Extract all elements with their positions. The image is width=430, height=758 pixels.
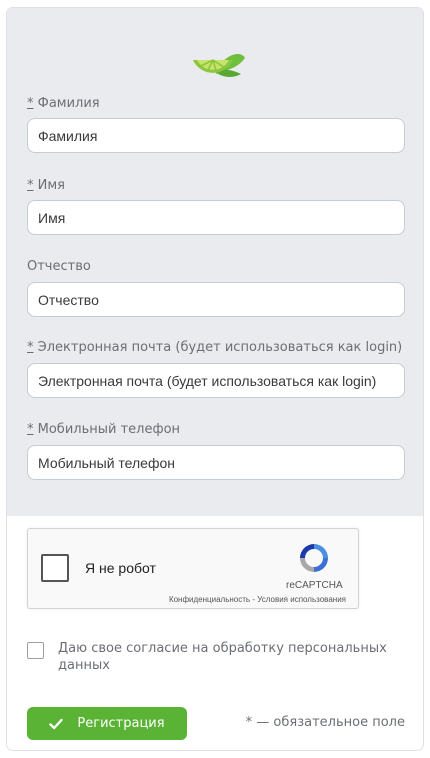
label-text: Фамилия xyxy=(37,96,100,111)
lime-logo-icon xyxy=(193,54,245,77)
label-first-name: * Имя xyxy=(27,178,65,193)
label-text: Мобильный телефон xyxy=(37,422,181,437)
recaptcha-widget: Я не робот reCAPTCHA Конфиденциальность … xyxy=(27,528,359,609)
required-mark: * xyxy=(27,340,34,355)
recaptcha-links: Конфиденциальность - Условия использован… xyxy=(169,595,346,604)
middle-name-input[interactable] xyxy=(27,282,405,317)
label-last-name: * Фамилия xyxy=(27,96,100,111)
register-button-label: Регистрация xyxy=(77,716,165,731)
recaptcha-logo-icon xyxy=(300,544,328,572)
required-mark: * xyxy=(27,178,34,193)
label-phone: * Мобильный телефон xyxy=(27,422,180,437)
required-mark: * xyxy=(27,422,34,437)
recaptcha-brand: reCAPTCHA xyxy=(286,580,343,591)
email-input[interactable] xyxy=(27,363,405,398)
registration-card: * Фамилия * Имя Отчество * Электронная п… xyxy=(6,7,424,751)
label-middle-name: Отчество xyxy=(27,259,91,274)
consent-checkbox[interactable] xyxy=(27,642,44,659)
required-mark: * xyxy=(27,96,34,111)
check-icon xyxy=(49,718,64,729)
label-email: * Электронная почта (будет использоватьс… xyxy=(27,340,402,355)
label-text: Электронная почта (будет использоваться … xyxy=(37,340,403,355)
label-text: Имя xyxy=(37,178,65,193)
recaptcha-terms-link[interactable]: Условия использования xyxy=(257,595,346,604)
recaptcha-checkbox[interactable] xyxy=(41,554,69,582)
required-field-note: * — обязательное поле xyxy=(245,715,405,730)
phone-input[interactable] xyxy=(27,445,405,480)
first-name-input[interactable] xyxy=(27,200,405,235)
consent-label: Даю свое согласие на обработку персональ… xyxy=(58,641,387,673)
recaptcha-label: Я не робот xyxy=(85,560,156,576)
register-button[interactable]: Регистрация xyxy=(27,707,187,740)
last-name-input[interactable] xyxy=(27,118,405,153)
recaptcha-privacy-link[interactable]: Конфиденциальность xyxy=(169,595,250,604)
form-fields-panel: * Фамилия * Имя Отчество * Электронная п… xyxy=(7,8,423,516)
label-text: Отчество xyxy=(27,259,91,274)
